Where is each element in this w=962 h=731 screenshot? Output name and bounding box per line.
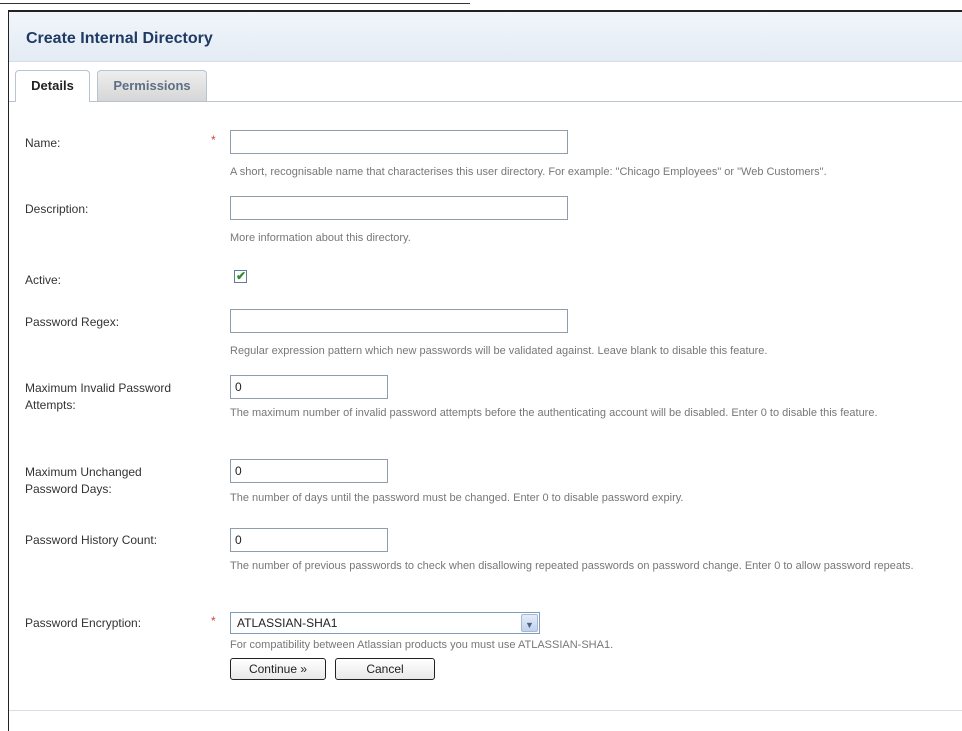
password-regex-input[interactable] (230, 309, 568, 333)
history-count-label: Password History Count: (25, 533, 158, 547)
description-input[interactable] (230, 196, 568, 220)
max-unchanged-days-input[interactable] (230, 459, 388, 483)
name-label: Name: (25, 136, 61, 150)
tab-details[interactable]: Details (15, 70, 90, 102)
page: Create Internal Directory Details Permis… (0, 0, 962, 731)
tab-permissions[interactable]: Permissions (97, 70, 207, 101)
checkmark-icon: ✔ (236, 269, 247, 283)
page-title: Create Internal Directory (26, 30, 213, 47)
encryption-label: Password Encryption: (25, 616, 142, 630)
name-input[interactable] (230, 130, 568, 154)
encryption-hint: For compatibility between Atlassian prod… (230, 639, 614, 651)
encryption-select[interactable]: ATLASSIAN-SHA1 ▼ (230, 612, 540, 634)
name-hint: A short, recognisable name that characte… (230, 166, 827, 178)
encryption-required-marker: * (211, 614, 216, 628)
title-bar: Create Internal Directory (9, 12, 962, 62)
password-regex-hint: Regular expression pattern which new pas… (230, 345, 768, 357)
history-count-hint: The number of previous passwords to chec… (230, 560, 914, 572)
encryption-selected-value: ATLASSIAN-SHA1 (237, 616, 338, 630)
cancel-button[interactable]: Cancel (335, 658, 435, 680)
max-unchanged-days-label: Maximum Unchanged Password Days: (25, 465, 142, 496)
top-edge-line (0, 0, 470, 4)
password-regex-label: Password Regex: (25, 315, 120, 329)
max-unchanged-days-hint: The number of days until the password mu… (230, 492, 684, 504)
tab-bar: Details Permissions (9, 70, 962, 102)
active-label: Active: (25, 273, 62, 287)
name-required-marker: * (211, 133, 216, 147)
form-footer-divider (9, 710, 962, 711)
chevron-down-icon: ▼ (525, 620, 534, 630)
active-checkbox[interactable]: ✔ (234, 269, 247, 283)
max-invalid-attempts-hint: The maximum number of invalid password a… (230, 407, 878, 419)
history-count-input[interactable] (230, 528, 388, 552)
directory-form-panel: Create Internal Directory Details Permis… (8, 10, 962, 731)
continue-button[interactable]: Continue » (230, 658, 326, 680)
dropdown-arrow-button[interactable]: ▼ (521, 614, 538, 632)
description-label: Description: (25, 202, 89, 216)
description-hint: More information about this directory. (230, 232, 411, 244)
max-invalid-attempts-input[interactable] (230, 375, 388, 399)
max-invalid-attempts-label: Maximum Invalid Password Attempts: (25, 381, 172, 412)
